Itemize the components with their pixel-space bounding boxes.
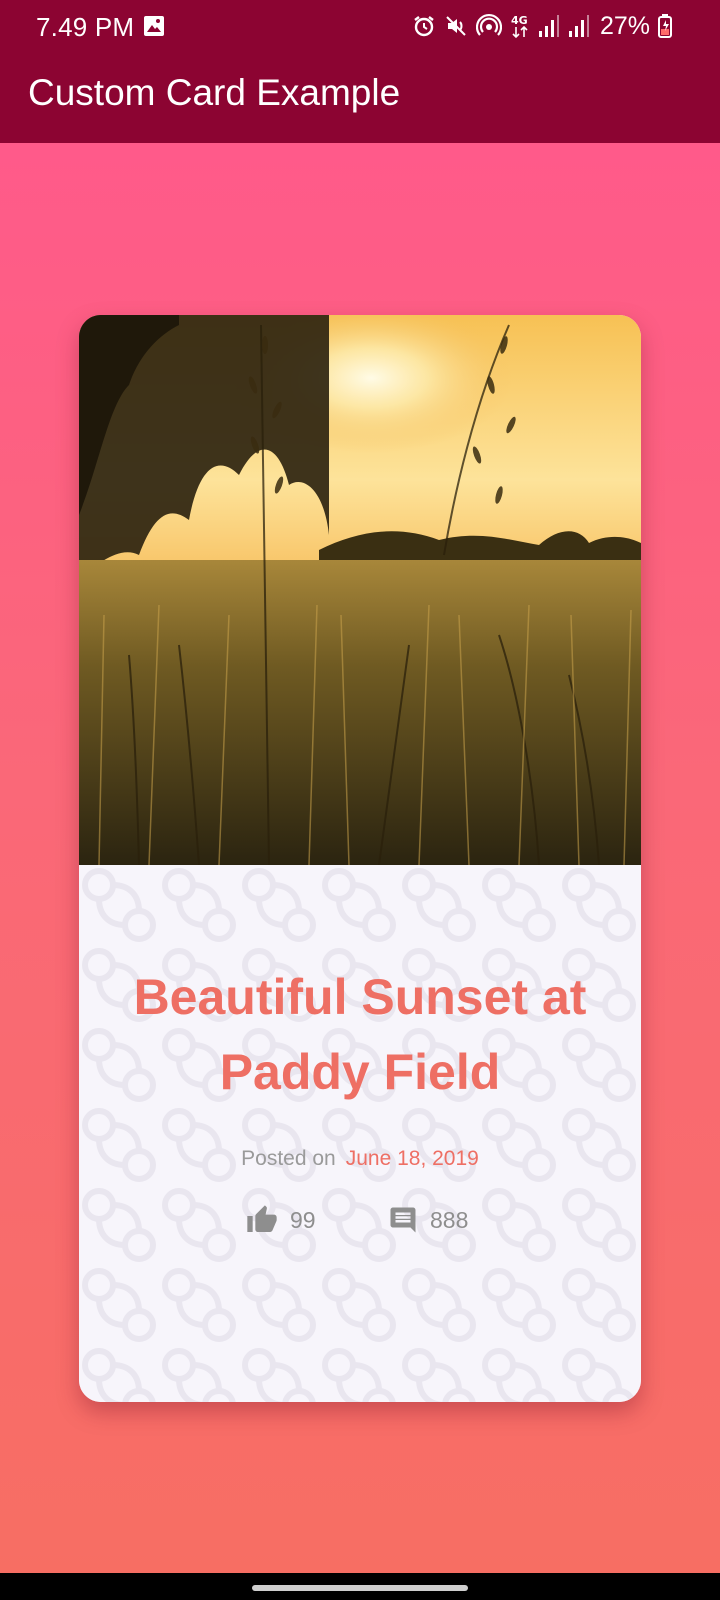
stats-row: 99 888 <box>79 1200 641 1240</box>
comments-stat[interactable]: 888 <box>388 1200 468 1240</box>
mute-icon <box>446 16 466 36</box>
posted-date: June 18, 2019 <box>345 1147 479 1170</box>
content-area: Beautiful Sunset at Paddy Field Posted o… <box>0 143 720 1573</box>
signal-icon <box>538 15 559 37</box>
background-pattern <box>79 865 641 1402</box>
likes-stat[interactable]: 99 <box>246 1200 316 1240</box>
status-time: 7.49 PM <box>36 12 135 42</box>
navigation-bar <box>0 1573 720 1600</box>
card-title: Beautiful Sunset at Paddy Field <box>133 969 587 1100</box>
app-title: Custom Card Example <box>28 72 401 113</box>
card-body: Beautiful Sunset at Paddy Field Posted o… <box>79 865 641 1402</box>
4g-icon: 4G <box>511 14 528 39</box>
battery-charging-icon <box>658 14 672 38</box>
posted-label: Posted on <box>241 1147 336 1170</box>
status-icons: 4G 27% <box>412 12 672 40</box>
alarm-icon <box>414 16 434 37</box>
app-bar: Custom Card Example <box>0 52 720 143</box>
battery-percentage: 27% <box>599 11 650 40</box>
hotspot-icon <box>475 13 502 36</box>
comment-icon[interactable] <box>388 1205 418 1235</box>
comments-count: 888 <box>430 1206 469 1233</box>
likes-count: 99 <box>290 1206 316 1233</box>
posted-row: Posted on June 18, 2019 <box>79 1147 641 1171</box>
sunset-field-photo <box>79 315 641 865</box>
status-bar: 7.49 PM 4G 27% <box>0 0 720 52</box>
signal-icon <box>568 15 589 37</box>
post-card[interactable]: Beautiful Sunset at Paddy Field Posted o… <box>79 315 641 1402</box>
svg-text:4G: 4G <box>511 14 528 27</box>
home-gesture-handle[interactable] <box>252 1585 468 1591</box>
gallery-icon <box>144 16 164 36</box>
thumb-up-icon[interactable] <box>246 1204 278 1236</box>
